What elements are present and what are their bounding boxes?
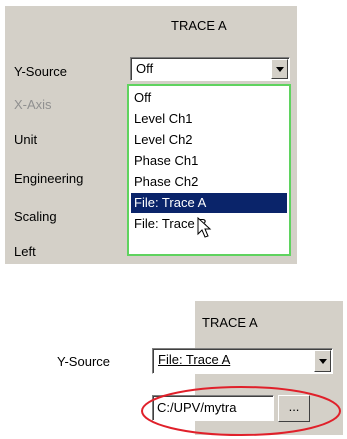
option-phase-ch1[interactable]: Phase Ch1 [131, 151, 287, 171]
left-label: Left [14, 244, 36, 259]
dropdown-button-after[interactable] [314, 350, 331, 372]
option-off[interactable]: Off [131, 88, 287, 108]
panel-header-trace-a-after: TRACE A [202, 315, 258, 330]
y-source-value: Off [136, 61, 154, 76]
unit-label: Unit [14, 132, 38, 147]
dropdown-arrow-icon [275, 66, 284, 72]
dropdown-arrow-icon [318, 358, 327, 364]
option-level-ch2[interactable]: Level Ch2 [131, 130, 287, 150]
y-source-label-after: Y-Source [57, 354, 110, 369]
y-source-dropdown[interactable]: Off [130, 57, 290, 81]
option-phase-ch2[interactable]: Phase Ch2 [131, 172, 287, 192]
mouse-cursor-icon [197, 217, 212, 238]
y-source-label: Y-Source [14, 64, 67, 79]
panel-header-trace-a: TRACE A [171, 18, 227, 33]
scaling-label: Scaling [14, 209, 57, 224]
dropdown-button[interactable] [271, 59, 288, 79]
option-level-ch1[interactable]: Level Ch1 [131, 109, 287, 129]
option-file-trace-a[interactable]: File: Trace A [131, 193, 287, 213]
engineering-label: Engineering [14, 171, 84, 186]
x-axis-label: X-Axis [14, 97, 52, 112]
y-source-value-after: File: Trace A [158, 352, 231, 367]
y-source-dropdown-after[interactable]: File: Trace A [152, 348, 333, 374]
highlight-ellipse [141, 386, 341, 436]
